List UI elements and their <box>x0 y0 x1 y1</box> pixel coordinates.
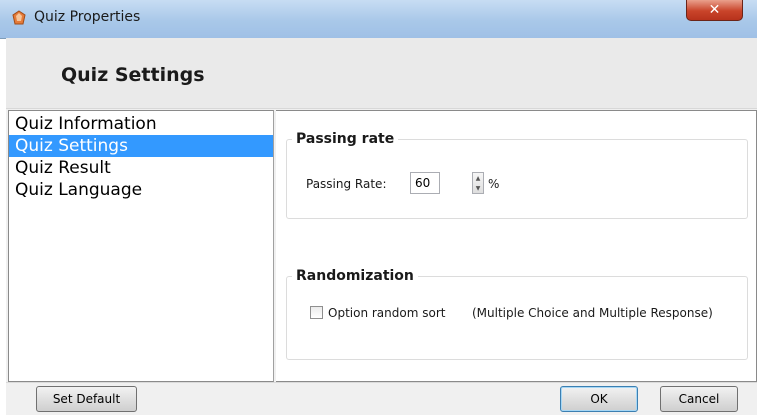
page-title: Quiz Settings <box>61 64 205 86</box>
nav-item-quiz-information[interactable]: Quiz Information <box>9 113 273 135</box>
spin-down-icon[interactable]: ▼ <box>473 183 483 193</box>
window-title: Quiz Properties <box>34 9 141 25</box>
settings-header: Quiz Settings <box>6 38 757 109</box>
passing-rate-unit: % <box>488 177 500 191</box>
passing-rate-stepper[interactable]: ▲ ▼ <box>472 172 484 194</box>
ok-button[interactable]: OK <box>560 386 638 412</box>
close-icon: ✕ <box>708 2 721 18</box>
passing-rate-label: Passing Rate: <box>306 177 387 191</box>
passing-rate-group-title: Passing rate <box>292 131 399 147</box>
title-bar: Quiz Properties ✕ <box>0 0 757 39</box>
random-sort-note: (Multiple Choice and Multiple Response) <box>472 306 713 320</box>
nav-item-quiz-result[interactable]: Quiz Result <box>9 157 273 179</box>
dialog-footer: Set Default OK Cancel <box>6 382 757 415</box>
close-button[interactable]: ✕ <box>686 0 743 21</box>
settings-content: Passing rate Passing Rate: 60 ▲ ▼ % Rand… <box>276 110 757 382</box>
settings-nav-list: Quiz Information Quiz Settings Quiz Resu… <box>8 110 274 382</box>
quiz-app-icon <box>12 10 26 25</box>
nav-item-quiz-language[interactable]: Quiz Language <box>9 179 273 201</box>
cancel-button[interactable]: Cancel <box>660 386 738 412</box>
set-default-button[interactable]: Set Default <box>36 386 137 412</box>
passing-rate-input[interactable]: 60 <box>410 172 440 194</box>
nav-item-quiz-settings[interactable]: Quiz Settings <box>9 135 273 157</box>
dialog-body: Quiz Settings Quiz Information Quiz Sett… <box>6 38 757 415</box>
random-sort-checkbox[interactable] <box>310 306 323 319</box>
randomization-group-title: Randomization <box>292 268 418 284</box>
random-sort-label[interactable]: Option random sort <box>328 306 445 320</box>
spin-up-icon[interactable]: ▲ <box>473 173 483 183</box>
